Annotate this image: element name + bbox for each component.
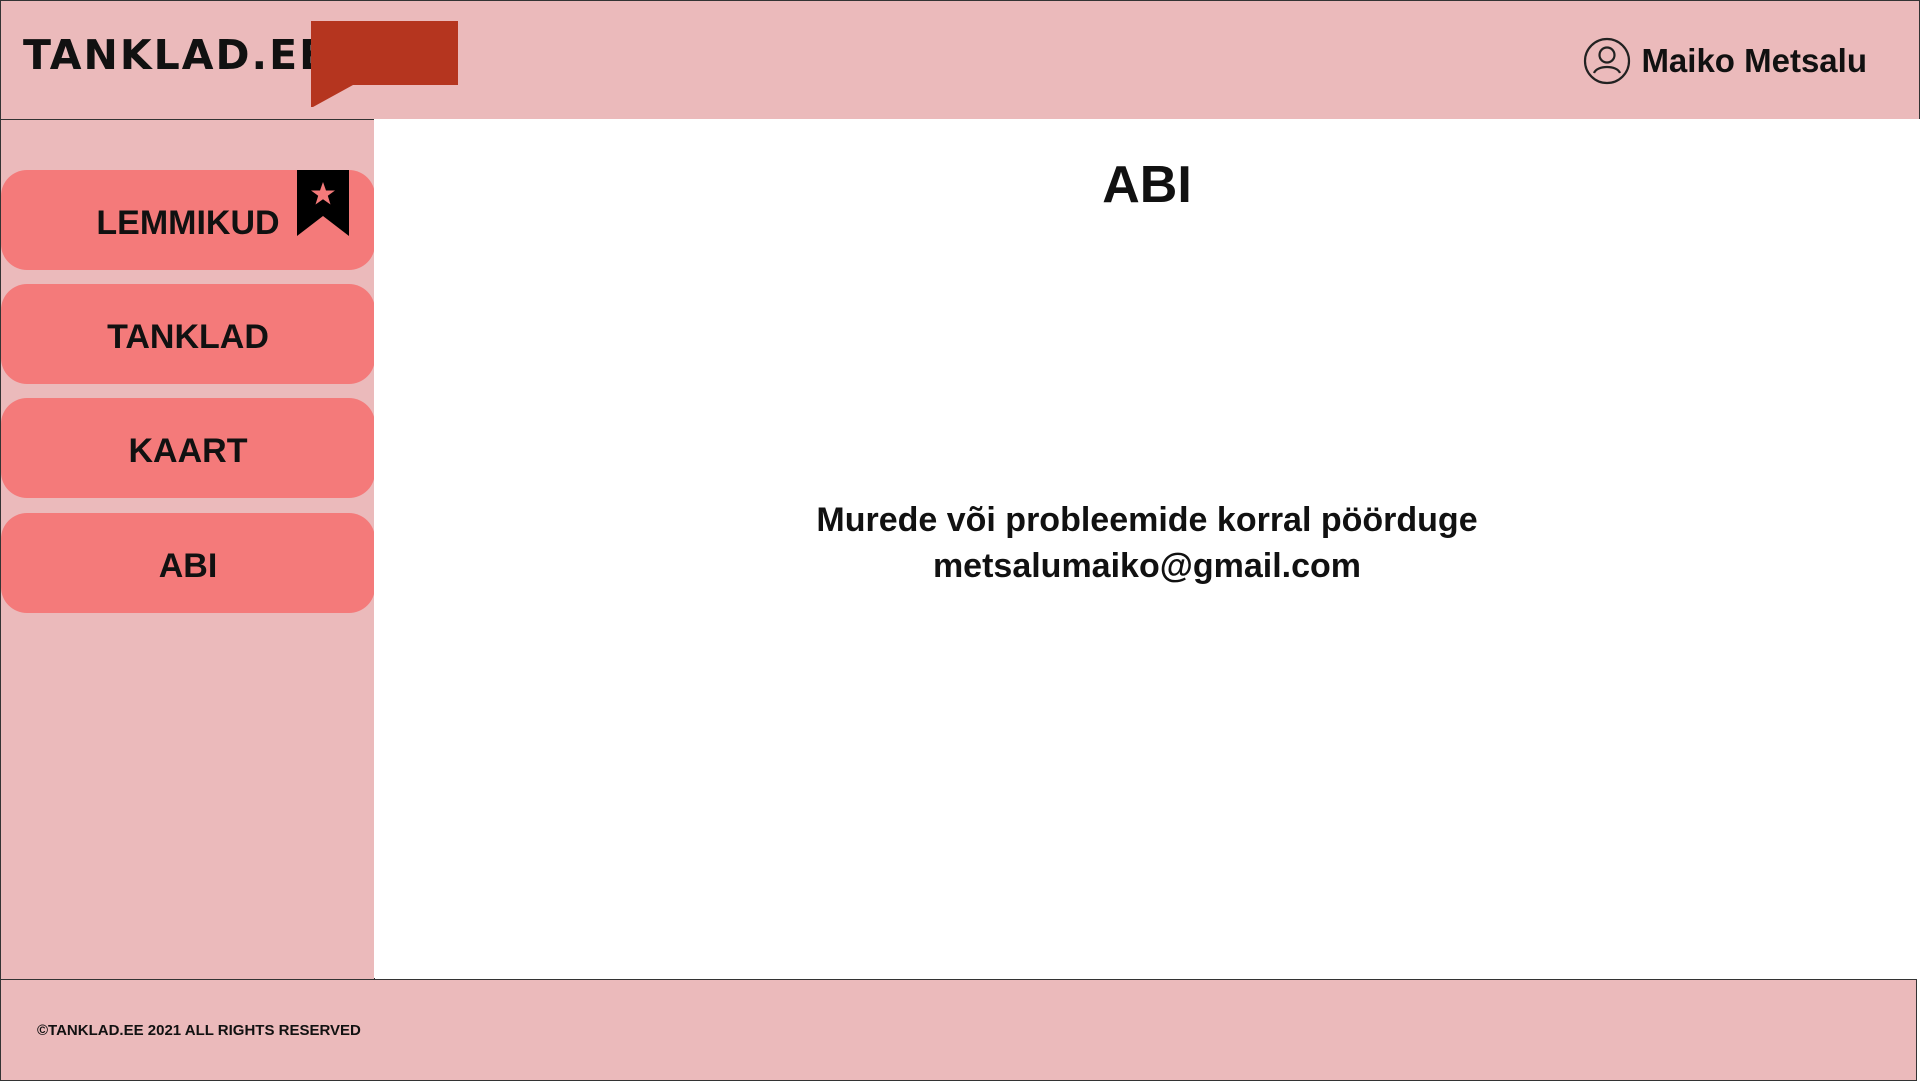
user-name: Maiko Metsalu (1641, 42, 1867, 79)
main-content: ABI Murede või probleemide korral pöördu… (374, 119, 1920, 978)
logo-flag-icon (311, 21, 458, 107)
page-title: ABI (1102, 156, 1192, 214)
user-circle-icon (1584, 37, 1631, 85)
bookmark-star-icon[interactable] (297, 170, 349, 236)
contact-email[interactable]: metsalumaiko@gmail.com (374, 543, 1920, 589)
sidebar-item-label: KAART (128, 431, 248, 470)
sidebar-item-abi[interactable]: ABI (1, 513, 375, 613)
logo[interactable]: TANKLAD.EE (21, 19, 461, 109)
sidebar-item-label: ABI (158, 546, 218, 585)
header: TANKLAD.EE Maiko Metsalu (0, 0, 1920, 120)
footer: ©TANKLAD.EE 2021 ALL RIGHTS RESERVED (0, 979, 1917, 1081)
sidebar-item-kaart[interactable]: KAART (1, 398, 375, 498)
copyright-text: ©TANKLAD.EE 2021 ALL RIGHTS RESERVED (37, 1022, 361, 1039)
help-message: Murede või probleemide korral pöörduge m… (374, 497, 1920, 589)
sidebar-item-label: LEMMIKUD (96, 203, 280, 242)
sidebar-item-tanklad[interactable]: TANKLAD (1, 284, 375, 384)
logo-text: TANKLAD.EE (23, 31, 330, 79)
sidebar-item-label: TANKLAD (107, 317, 269, 356)
help-text-line: Murede või probleemide korral pöörduge (816, 501, 1478, 539)
sidebar: LEMMIKUD TANKLAD KAART ABI (0, 119, 375, 980)
user-menu[interactable]: Maiko Metsalu (1583, 36, 1867, 86)
